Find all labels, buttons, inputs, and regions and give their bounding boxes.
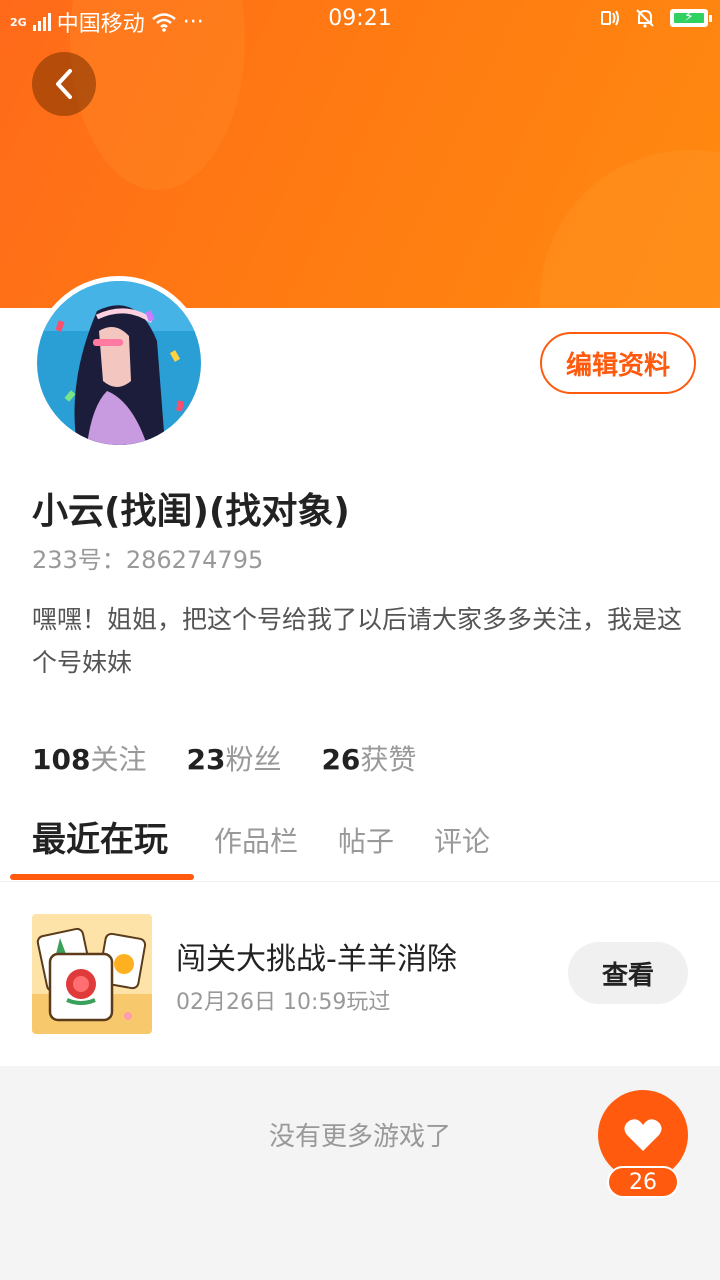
list-item[interactable]: 闯关大挑战-羊羊消除 02月26日 10:59玩过 查看 [0,898,720,1048]
profile-stats: 108关注 23粉丝 26获赞 [32,738,416,778]
tab-comments[interactable]: 评论 [434,820,490,860]
profile-name: 小云(找闺)(找对象) [32,491,350,532]
view-game-button[interactable]: 查看 [568,942,688,1004]
profile-page: 2G 中国移动 ··· 09:21 ⚡ 编辑资料 小云(找闺)(找对象) 233… [0,0,720,1280]
tab-posts[interactable]: 帖子 [338,820,394,860]
profile-header: 2G 中国移动 ··· 09:21 ⚡ [0,0,720,310]
profile-uid: 233号：286274795 [32,540,263,575]
like-count-badge: 26 [607,1166,679,1198]
mute-icon [636,9,654,28]
game-title: 闯关大挑战-羊羊消除 [176,942,457,977]
edit-profile-button[interactable]: 编辑资料 [540,332,696,394]
profile-tabs: 最近在玩 作品栏 帖子 评论 [0,812,720,882]
stat-following[interactable]: 108关注 [32,738,146,778]
chevron-left-icon [56,69,72,99]
game-played-time: 02月26日 10:59玩过 [176,990,391,1015]
stat-followers[interactable]: 23粉丝 [186,738,281,778]
battery-icon: ⚡ [670,9,712,27]
heart-icon [624,1119,662,1151]
back-button[interactable] [32,52,96,116]
nfc-icon [601,10,619,26]
avatar-image [37,281,201,445]
active-tab-indicator [10,874,194,880]
tab-works[interactable]: 作品栏 [214,820,298,860]
game-icon [32,914,152,1034]
uid-label: 233号： [32,546,126,574]
profile-bio: 嘿嘿！姐姐，把这个号给我了以后请大家多多关注，我是这个号妹妹 [32,605,683,677]
stat-likes[interactable]: 26获赞 [321,738,416,778]
status-bar: 2G 中国移动 ··· 09:21 ⚡ [0,0,720,38]
tab-recent-played[interactable]: 最近在玩 [32,812,168,861]
uid-value: 286274795 [125,546,264,574]
avatar[interactable] [32,276,206,450]
